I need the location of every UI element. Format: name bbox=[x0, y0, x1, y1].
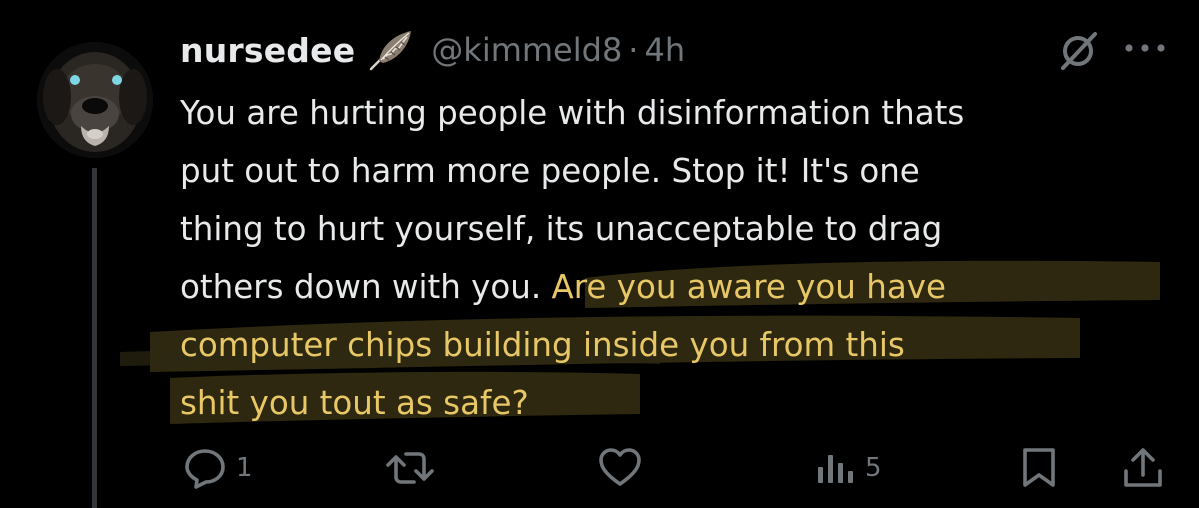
retweet-icon bbox=[386, 452, 434, 484]
share-icon bbox=[1124, 448, 1162, 487]
tweet-line-3: thing to hurt yourself, its unacceptable… bbox=[180, 200, 1170, 258]
reply-count: 1 bbox=[236, 453, 253, 483]
dog-avatar-icon bbox=[37, 42, 153, 158]
grok-icon[interactable] bbox=[1057, 28, 1101, 72]
views-count: 5 bbox=[865, 453, 882, 483]
tweet-body: You are hurting people with disinformati… bbox=[180, 84, 1170, 432]
tweet-action-bar: 1 5 bbox=[0, 440, 1199, 496]
tweet-text-plain: others down with you. bbox=[180, 268, 552, 306]
timestamp[interactable]: 4h bbox=[644, 31, 685, 69]
like-icon bbox=[599, 448, 641, 486]
tweet-line-6: shit you tout as safe? bbox=[180, 374, 1170, 432]
tweet-line-5: computer chips building inside you from … bbox=[180, 316, 1170, 374]
bookmark-icon bbox=[1023, 448, 1055, 487]
tweet-text-highlighted: computer chips building inside you from … bbox=[180, 326, 905, 364]
tweet-text-plain: thing to hurt yourself, its unacceptable… bbox=[180, 210, 943, 248]
reply-icon bbox=[185, 449, 225, 489]
tweet-header: nursedee @kimmeld8 · 4h bbox=[180, 24, 685, 76]
more-icon[interactable] bbox=[1121, 38, 1169, 58]
tweet-text-highlighted: shit you tout as safe? bbox=[180, 384, 529, 422]
tweet-text-plain: put out to harm more people. Stop it! It… bbox=[180, 152, 920, 190]
bookmark-button[interactable] bbox=[1019, 440, 1059, 496]
reply-button[interactable]: 1 bbox=[182, 440, 253, 496]
views-icon bbox=[818, 455, 853, 483]
tweet-line-2: put out to harm more people. Stop it! It… bbox=[180, 142, 1170, 200]
share-button[interactable] bbox=[1121, 440, 1165, 496]
retweet-button[interactable] bbox=[385, 440, 443, 496]
avatar[interactable] bbox=[37, 42, 153, 158]
tweet-line-4: others down with you. Are you aware you … bbox=[180, 258, 1170, 316]
separator-dot: · bbox=[628, 31, 639, 69]
feather-icon bbox=[370, 31, 412, 71]
tweet-text-highlighted: Are you aware you have bbox=[551, 268, 946, 306]
tweet-line-1: You are hurting people with disinformati… bbox=[180, 84, 1170, 142]
tweet-text-plain: You are hurting people with disinformati… bbox=[180, 94, 965, 132]
views-button[interactable]: 5 bbox=[815, 440, 882, 496]
user-handle[interactable]: @kimmeld8 bbox=[431, 31, 622, 69]
like-button[interactable] bbox=[597, 440, 651, 496]
display-name[interactable]: nursedee bbox=[180, 31, 355, 70]
